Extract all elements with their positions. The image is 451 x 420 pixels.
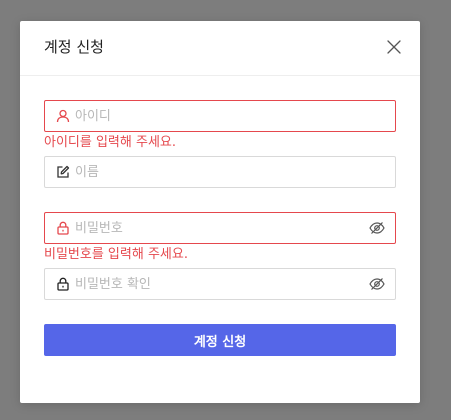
password-field [44, 212, 396, 244]
signup-modal: 계정 신청 아이디를 입력해 주세요. [20, 21, 420, 403]
username-input[interactable] [75, 101, 365, 131]
name-input[interactable] [75, 157, 365, 187]
close-button[interactable] [384, 37, 404, 57]
modal-header: 계정 신청 [20, 21, 420, 76]
submit-button[interactable]: 계정 신청 [44, 324, 396, 356]
eye-off-icon[interactable] [369, 277, 385, 291]
password-error: 비밀번호를 입력해 주세요. [44, 247, 188, 262]
name-field [44, 156, 396, 188]
eye-off-icon[interactable] [369, 221, 385, 235]
lock-icon [57, 277, 69, 291]
password-confirm-input[interactable] [75, 269, 365, 299]
user-icon [56, 109, 70, 123]
close-icon [387, 40, 401, 54]
edit-icon [57, 165, 70, 178]
username-field [44, 100, 396, 132]
username-error: 아이디를 입력해 주세요. [44, 135, 176, 150]
password-input[interactable] [75, 213, 365, 243]
modal-title: 계정 신청 [44, 38, 104, 56]
lock-icon [57, 221, 69, 235]
password-confirm-field [44, 268, 396, 300]
